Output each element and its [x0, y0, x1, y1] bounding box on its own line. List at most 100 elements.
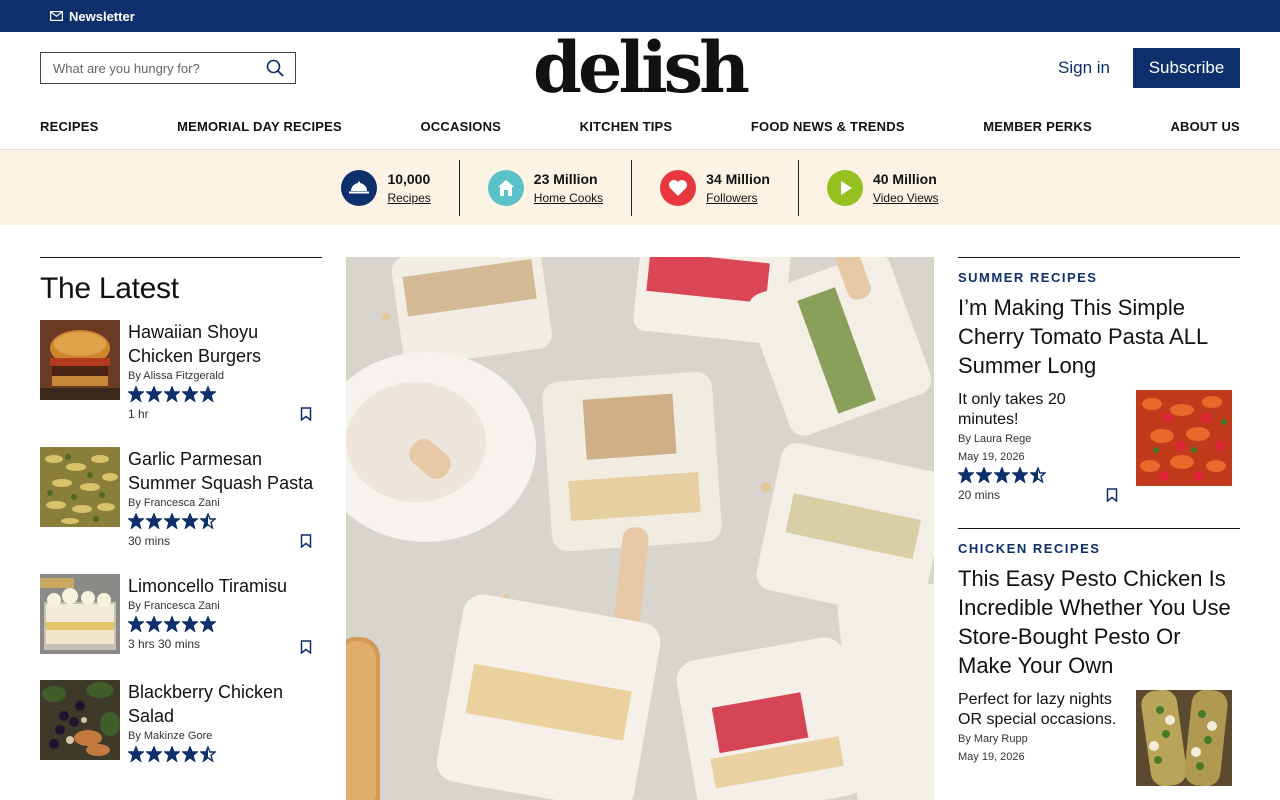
bookmark-icon[interactable]: [300, 640, 312, 654]
star-half-icon: [200, 746, 216, 762]
nav-item-kitchen-tips[interactable]: KITCHEN TIPS: [580, 119, 673, 134]
star-full-icon: [1012, 467, 1028, 483]
site-header: delish Sign in Subscribe: [0, 32, 1280, 104]
stat-link[interactable]: Video Views: [873, 191, 939, 205]
stat-link[interactable]: Followers: [706, 191, 770, 205]
star-full-icon: [146, 386, 162, 402]
list-item[interactable]: Blackberry Chicken Salad By Makinze Gore: [40, 680, 322, 762]
nav-item-about-us[interactable]: ABOUT US: [1170, 119, 1240, 134]
tiramisu-image[interactable]: [40, 574, 120, 654]
star-full-icon: [182, 616, 198, 632]
list-item[interactable]: Garlic Parmesan Summer Squash Pasta By F…: [40, 447, 322, 548]
recipe-title[interactable]: Hawaiian Shoyu Chicken Burgers: [128, 320, 322, 368]
hero-image[interactable]: [346, 257, 934, 800]
section-kicker[interactable]: SUMMER RECIPES: [958, 270, 1240, 285]
bookmark-icon[interactable]: [300, 407, 312, 421]
stat-link[interactable]: Recipes: [387, 191, 430, 205]
star-half-icon: [200, 513, 216, 529]
stat-recipes: 10,000 Recipes: [313, 160, 458, 216]
ice-cream-cake-bars-image: [346, 257, 934, 800]
star-full-icon: [128, 386, 144, 402]
star-full-icon: [164, 616, 180, 632]
feature-title[interactable]: I’m Making This Simple Cherry Tomato Pas…: [958, 293, 1240, 380]
star-half-icon: [1030, 467, 1046, 483]
bookmark-icon[interactable]: [1106, 488, 1118, 502]
recipe-title[interactable]: Garlic Parmesan Summer Squash Pasta: [128, 447, 322, 495]
recipe-time: 1 hr: [128, 407, 149, 421]
heart-icon: [660, 169, 697, 206]
stat-link[interactable]: Home Cooks: [534, 191, 603, 205]
feature-card[interactable]: SUMMER RECIPES I’m Making This Simple Ch…: [958, 257, 1240, 502]
star-full-icon: [976, 467, 992, 483]
star-full-icon: [200, 616, 216, 632]
burger-image[interactable]: [40, 320, 120, 400]
bookmark-icon[interactable]: [300, 534, 312, 548]
mail-icon: [50, 11, 63, 21]
nav-item-occasions[interactable]: OCCASIONS: [421, 119, 502, 134]
play-icon: [826, 169, 863, 206]
subscribe-button[interactable]: Subscribe: [1133, 48, 1240, 88]
star-full-icon: [182, 513, 198, 529]
star-full-icon: [958, 467, 974, 483]
star-full-icon: [146, 616, 162, 632]
cloche-icon: [341, 169, 378, 206]
star-full-icon: [200, 386, 216, 402]
star-full-icon: [182, 386, 198, 402]
house-icon: [487, 169, 524, 206]
squash-pasta-image[interactable]: [40, 447, 120, 527]
pesto-chicken-image[interactable]: [1136, 690, 1232, 786]
search-box[interactable]: [40, 52, 296, 84]
newsletter-link[interactable]: Newsletter: [50, 9, 135, 24]
nav-item-memorial-day-recipes[interactable]: MEMORIAL DAY RECIPES: [177, 119, 342, 134]
nav-item-food-news-trends[interactable]: FOOD NEWS & TRENDS: [751, 119, 905, 134]
feature-byline: By Laura Rege: [958, 433, 1032, 445]
feature-title[interactable]: This Easy Pesto Chicken Is Incredible Wh…: [958, 564, 1240, 680]
recipe-byline: By Francesca Zani: [128, 497, 220, 509]
recipe-title[interactable]: Blackberry Chicken Salad: [128, 680, 322, 728]
search-icon[interactable]: [265, 58, 285, 78]
main-nav: RECIPES MEMORIAL DAY RECIPES OCCASIONS K…: [0, 104, 1280, 149]
feature-card[interactable]: CHICKEN RECIPES This Easy Pesto Chicken …: [958, 528, 1240, 786]
latest-heading: The Latest: [40, 272, 179, 305]
recipe-byline: By Makinze Gore: [128, 730, 213, 742]
star-rating: [128, 746, 322, 762]
recipe-time: 3 hrs 30 mins: [128, 637, 201, 651]
star-full-icon: [128, 513, 144, 529]
tomato-pasta-image[interactable]: [1136, 390, 1232, 486]
site-logo[interactable]: delish: [533, 32, 750, 104]
sign-in-link[interactable]: Sign in: [1058, 58, 1110, 78]
nav-item-recipes[interactable]: RECIPES: [40, 119, 98, 134]
stats-band: 10,000 Recipes 23 Million Home Cooks 34 …: [0, 149, 1280, 225]
stat-home-cooks: 23 Million Home Cooks: [458, 159, 631, 216]
stat-video-views: 40 Million Video Views: [797, 159, 967, 216]
section-kicker[interactable]: CHICKEN RECIPES: [958, 541, 1240, 556]
stat-number: 40 Million: [872, 170, 937, 187]
right-column: SUMMER RECIPES I’m Making This Simple Ch…: [958, 257, 1240, 786]
star-full-icon: [128, 746, 144, 762]
newsletter-label: Newsletter: [69, 8, 135, 24]
star-full-icon: [128, 616, 144, 632]
star-full-icon: [164, 513, 180, 529]
feature-byline: By Mary Rupp: [958, 733, 1028, 745]
star-full-icon: [994, 467, 1010, 483]
nav-item-member-perks[interactable]: MEMBER PERKS: [983, 119, 1092, 134]
feature-date: May 19, 2026: [958, 751, 1025, 763]
star-rating: [128, 513, 322, 529]
star-full-icon: [182, 746, 198, 762]
search-input[interactable]: [53, 60, 265, 76]
list-item[interactable]: Limoncello Tiramisu By Francesca Zani 3 …: [40, 574, 322, 654]
recipe-byline: By Francesca Zani: [128, 600, 220, 612]
feature-time: 20 mins: [958, 488, 1001, 502]
chicken-salad-image[interactable]: [40, 680, 120, 760]
stat-number: 10,000: [387, 170, 431, 187]
feature-date: May 19, 2026: [958, 451, 1025, 463]
stat-number: 23 Million: [533, 170, 598, 187]
feature-dek: Perfect for lazy nights OR special occas…: [958, 691, 1117, 728]
star-rating: [128, 616, 322, 632]
star-full-icon: [146, 513, 162, 529]
stat-number: 34 Million: [706, 170, 770, 187]
list-item[interactable]: Hawaiian Shoyu Chicken Burgers By Alissa…: [40, 320, 322, 421]
recipe-byline: By Alissa Fitzgerald: [128, 370, 224, 382]
star-rating: [128, 386, 322, 402]
recipe-title[interactable]: Limoncello Tiramisu: [128, 574, 322, 598]
